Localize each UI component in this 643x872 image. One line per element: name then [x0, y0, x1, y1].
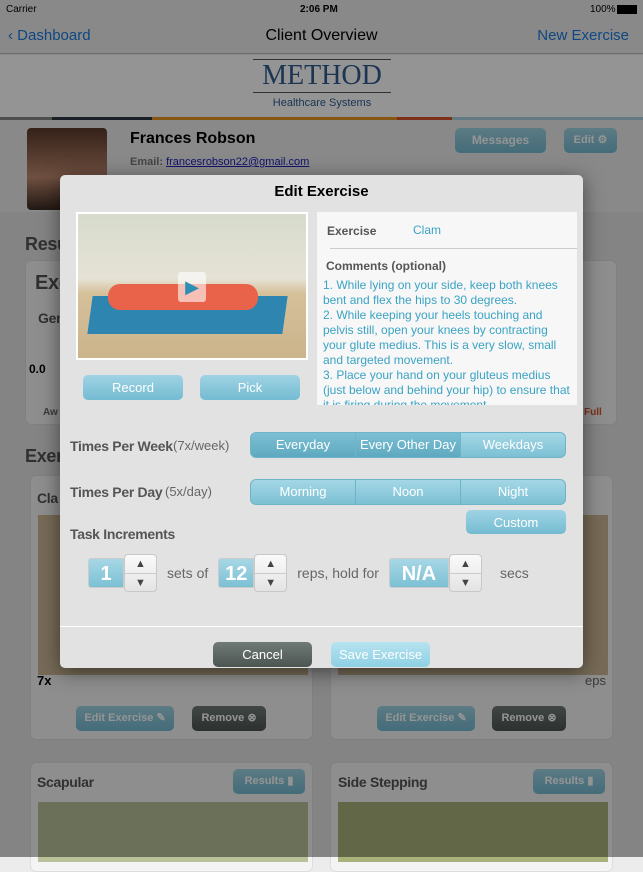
divider: [330, 248, 577, 249]
times-per-day-label: Times Per Day: [70, 484, 163, 500]
task-increments-label: Task Increments: [70, 526, 175, 542]
exercise-name-field[interactable]: Clam: [413, 223, 441, 237]
reps-hold-text: reps, hold for: [297, 565, 379, 581]
option-weekdays[interactable]: Weekdays: [460, 433, 565, 457]
option-every-other-day[interactable]: Every Other Day: [355, 433, 460, 457]
option-night[interactable]: Night: [460, 480, 565, 504]
pick-button[interactable]: Pick: [200, 375, 300, 400]
times-per-day-segmented: Morning Noon Night: [250, 479, 566, 505]
increment-icon[interactable]: ▲: [449, 555, 481, 574]
custom-button[interactable]: Custom: [466, 510, 566, 534]
option-everyday[interactable]: Everyday: [251, 433, 355, 457]
reps-stepper[interactable]: 12 ▲ ▼: [218, 554, 288, 592]
increment-icon[interactable]: ▲: [255, 555, 287, 574]
cancel-button[interactable]: Cancel: [213, 642, 312, 667]
reps-value[interactable]: 12: [218, 558, 255, 588]
comments-textarea[interactable]: 1. While lying on your side, keep both k…: [323, 278, 573, 405]
decrement-icon[interactable]: ▼: [450, 574, 481, 592]
option-morning[interactable]: Morning: [251, 480, 355, 504]
decrement-icon[interactable]: ▼: [125, 574, 156, 592]
sets-stepper[interactable]: 1 ▲ ▼: [88, 554, 157, 592]
play-icon[interactable]: ▶: [178, 272, 206, 302]
decrement-icon[interactable]: ▼: [255, 574, 286, 592]
exercise-details-panel: Exercise Clam Comments (optional) 1. Whi…: [317, 212, 577, 405]
exercise-video[interactable]: ▶: [76, 212, 308, 360]
times-per-week-value: (7x/week): [173, 438, 230, 453]
save-exercise-button[interactable]: Save Exercise: [331, 642, 430, 667]
edit-exercise-modal: Edit Exercise ▶ Record Pick Exercise Cla…: [60, 175, 583, 668]
record-button[interactable]: Record: [83, 375, 183, 400]
sets-value[interactable]: 1: [88, 558, 124, 588]
modal-title: Edit Exercise: [274, 183, 369, 200]
increment-icon[interactable]: ▲: [125, 555, 156, 574]
hold-value[interactable]: N/A: [388, 558, 449, 588]
option-noon[interactable]: Noon: [355, 480, 460, 504]
hold-stepper[interactable]: N/A ▲ ▼: [388, 554, 482, 592]
divider: [60, 626, 583, 627]
times-per-week-segmented: Everyday Every Other Day Weekdays: [250, 432, 566, 458]
times-per-week-label: Times Per Week: [70, 438, 173, 454]
task-increments-row: 1 ▲ ▼ sets of 12 ▲ ▼ reps, hold for N/A ▲ ▼…: [88, 554, 529, 592]
comments-label: Comments (optional): [326, 259, 446, 273]
sets-of-text: sets of: [167, 565, 209, 581]
secs-text: secs: [499, 565, 529, 581]
times-per-day-value: (5x/day): [165, 484, 212, 499]
exercise-label: Exercise: [327, 224, 377, 238]
